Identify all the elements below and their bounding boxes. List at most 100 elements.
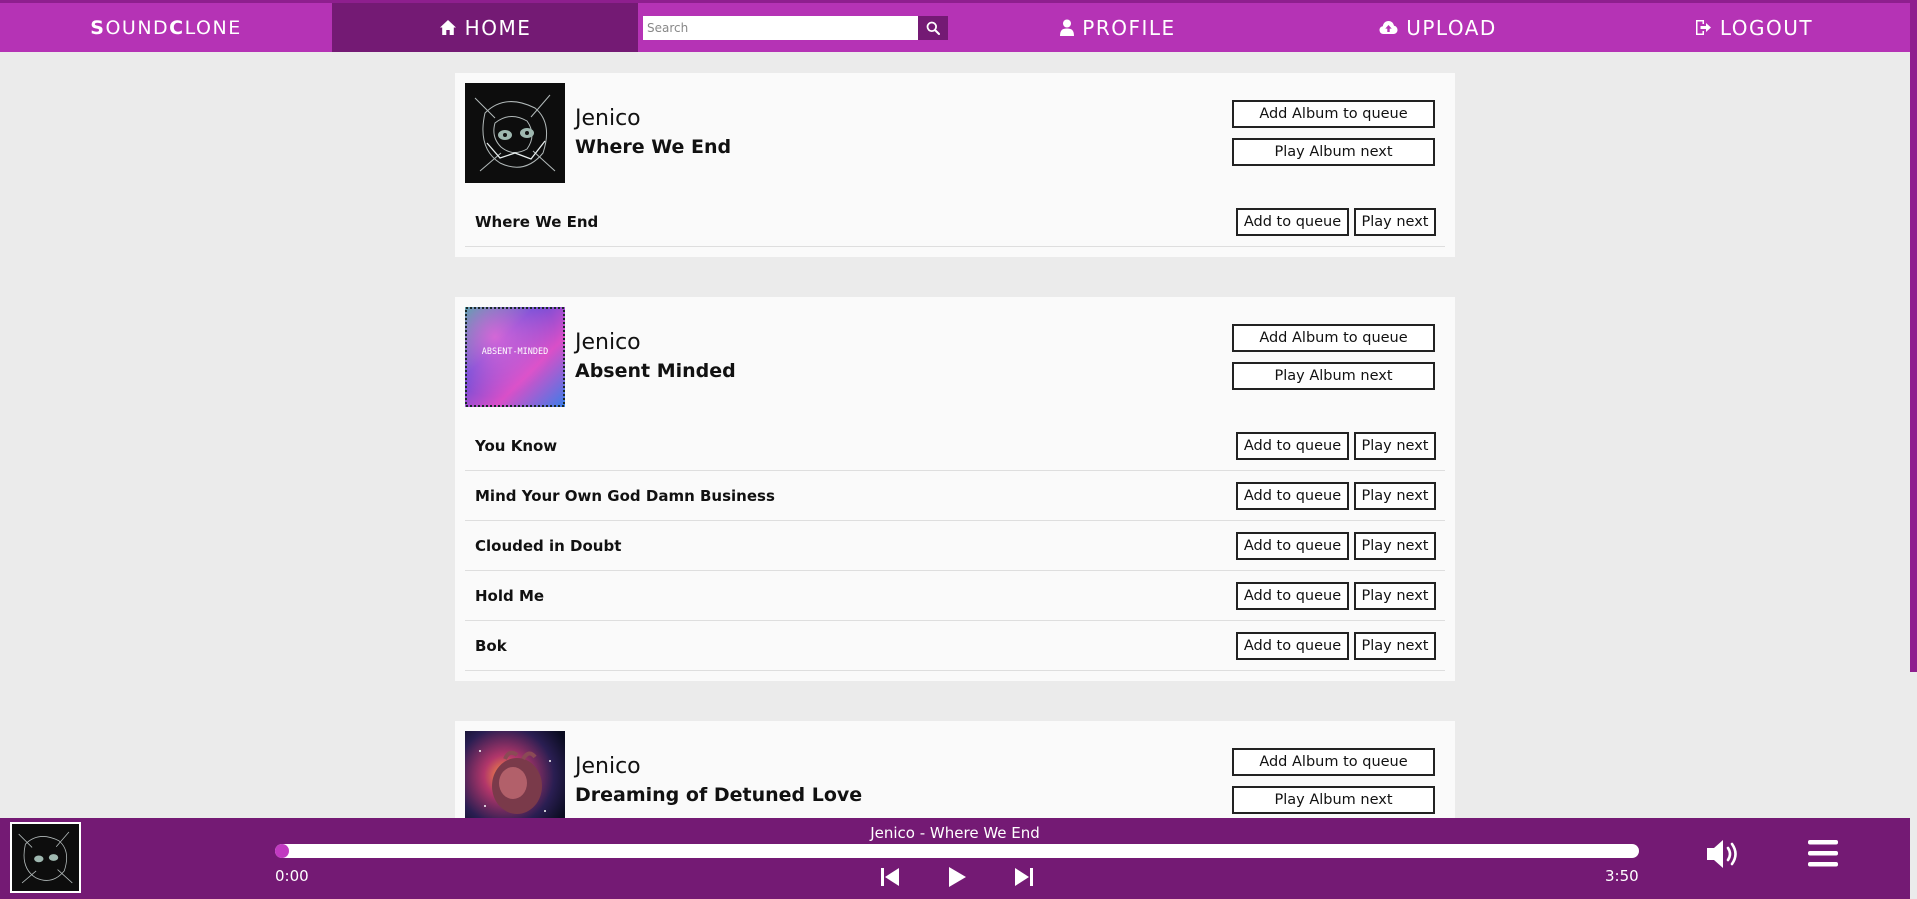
play-next-button[interactable]: Play next: [1354, 581, 1436, 610]
next-track-button[interactable]: [1009, 862, 1039, 892]
track-actions: Add to queue Play next: [1236, 481, 1436, 510]
navbar: SOUNDCLONE HOME PROFILE UPLOAD LOGOUT: [0, 0, 1910, 52]
album-cover[interactable]: [465, 731, 565, 831]
album-card: ABSENT-MINDED Jenico Absent Minded Add A…: [455, 297, 1455, 681]
progress-fill: [275, 844, 289, 858]
now-playing-title: Jenico - Where We End: [870, 824, 1040, 842]
play-icon: [947, 866, 967, 888]
add-to-queue-button[interactable]: Add to queue: [1236, 431, 1349, 460]
nav-home[interactable]: HOME: [332, 3, 638, 52]
logo[interactable]: S OUND C LONE: [0, 3, 332, 52]
album-artist[interactable]: Jenico: [575, 329, 736, 357]
play-next-button[interactable]: Play next: [1354, 431, 1436, 460]
nav-profile-label: PROFILE: [1082, 15, 1176, 40]
search-input[interactable]: [643, 15, 918, 40]
play-album-next-button[interactable]: Play Album next: [1232, 362, 1435, 390]
cover-title-text: ABSENT-MINDED: [482, 347, 549, 357]
track-name[interactable]: Bok: [475, 637, 507, 655]
add-album-to-queue-button[interactable]: Add Album to queue: [1232, 324, 1435, 352]
queue-menu-button[interactable]: [1806, 836, 1840, 870]
track-name[interactable]: Mind Your Own God Damn Business: [475, 487, 775, 505]
album-actions: Add Album to queue Play Album next: [1232, 748, 1435, 814]
album-titles: Jenico Dreaming of Detuned Love: [575, 753, 862, 809]
track-actions: Add to queue Play next: [1236, 431, 1436, 460]
nav-upload-label: UPLOAD: [1406, 15, 1497, 40]
search-icon: [926, 21, 940, 35]
track-row: You Know Add to queue Play next: [465, 421, 1445, 471]
album-title[interactable]: Where We End: [575, 133, 731, 161]
track-row: Where We End Add to queue Play next: [465, 197, 1445, 247]
add-album-to-queue-button[interactable]: Add Album to queue: [1232, 748, 1435, 776]
skip-back-icon: [879, 867, 901, 887]
track-actions: Add to queue Play next: [1236, 631, 1436, 660]
album-artist[interactable]: Jenico: [575, 753, 862, 781]
nav-profile[interactable]: PROFILE: [958, 3, 1278, 52]
skip-forward-icon: [1013, 867, 1035, 887]
album-header: Jenico Where We End Add Album to queue P…: [465, 83, 1445, 183]
track-row: Hold Me Add to queue Play next: [465, 571, 1445, 621]
user-icon: [1060, 19, 1075, 36]
volume-button[interactable]: [1705, 836, 1743, 872]
play-album-next-button[interactable]: Play Album next: [1232, 138, 1435, 166]
logo-ound: OUND: [105, 16, 170, 39]
nav-home-label: HOME: [464, 15, 532, 40]
progress-bar[interactable]: [275, 844, 1639, 858]
track-row: Clouded in Doubt Add to queue Play next: [465, 521, 1445, 571]
track-actions: Add to queue Play next: [1236, 207, 1436, 236]
play-next-button[interactable]: Play next: [1354, 207, 1436, 236]
album-actions: Add Album to queue Play Album next: [1232, 100, 1435, 166]
volume-icon: [1705, 836, 1743, 872]
nav-upload[interactable]: UPLOAD: [1278, 3, 1598, 52]
track-name[interactable]: You Know: [475, 437, 557, 455]
add-to-queue-button[interactable]: Add to queue: [1236, 207, 1349, 236]
add-to-queue-button[interactable]: Add to queue: [1236, 531, 1349, 560]
play-next-button[interactable]: Play next: [1354, 481, 1436, 510]
cloud-upload-icon: [1379, 20, 1398, 35]
add-to-queue-button[interactable]: Add to queue: [1236, 481, 1349, 510]
track-name[interactable]: Hold Me: [475, 587, 544, 605]
play-album-next-button[interactable]: Play Album next: [1232, 786, 1435, 814]
home-icon: [439, 19, 457, 36]
sign-out-icon: [1695, 19, 1712, 36]
album-header: Jenico Dreaming of Detuned Love Add Albu…: [465, 731, 1445, 831]
track-actions: Add to queue Play next: [1236, 531, 1436, 560]
logo-s: S: [90, 16, 106, 39]
track-name[interactable]: Clouded in Doubt: [475, 537, 621, 555]
track-list: You Know Add to queue Play next Mind You…: [465, 421, 1445, 671]
play-next-button[interactable]: Play next: [1354, 631, 1436, 660]
album-titles: Jenico Absent Minded: [575, 329, 736, 385]
previous-track-button[interactable]: [875, 862, 905, 892]
album-actions: Add Album to queue Play Album next: [1232, 324, 1435, 390]
album-artist[interactable]: Jenico: [575, 105, 731, 133]
track-list: Where We End Add to queue Play next: [465, 197, 1445, 247]
album-title[interactable]: Absent Minded: [575, 357, 736, 385]
scrollbar-thumb[interactable]: [1910, 0, 1917, 672]
page-scrollbar[interactable]: [1910, 0, 1917, 899]
search-bar: [638, 3, 958, 52]
menu-icon: [1806, 836, 1840, 870]
play-button[interactable]: [942, 862, 972, 892]
album-header: ABSENT-MINDED Jenico Absent Minded Add A…: [465, 307, 1445, 407]
search-button[interactable]: [918, 15, 948, 40]
nav-logout[interactable]: LOGOUT: [1598, 3, 1910, 52]
album-titles: Jenico Where We End: [575, 105, 731, 161]
logo-c: C: [169, 16, 185, 39]
track-actions: Add to queue Play next: [1236, 581, 1436, 610]
total-time: 3:50: [1605, 867, 1639, 885]
album-cover[interactable]: ABSENT-MINDED: [465, 307, 565, 407]
album-title[interactable]: Dreaming of Detuned Love: [575, 781, 862, 809]
album-cover[interactable]: [465, 83, 565, 183]
track-row: Bok Add to queue Play next: [465, 621, 1445, 671]
track-name[interactable]: Where We End: [475, 213, 598, 231]
track-row: Mind Your Own God Damn Business Add to q…: [465, 471, 1445, 521]
nav-logout-label: LOGOUT: [1719, 15, 1814, 40]
album-feed: Jenico Where We End Add Album to queue P…: [455, 73, 1455, 881]
play-next-button[interactable]: Play next: [1354, 531, 1436, 560]
add-to-queue-button[interactable]: Add to queue: [1236, 631, 1349, 660]
current-time: 0:00: [275, 867, 309, 885]
album-card: Jenico Where We End Add Album to queue P…: [455, 73, 1455, 257]
add-to-queue-button[interactable]: Add to queue: [1236, 581, 1349, 610]
logo-lone: LONE: [184, 16, 242, 39]
player-bar: Jenico - Where We End 0:00 3:50: [0, 818, 1910, 899]
add-album-to-queue-button[interactable]: Add Album to queue: [1232, 100, 1435, 128]
